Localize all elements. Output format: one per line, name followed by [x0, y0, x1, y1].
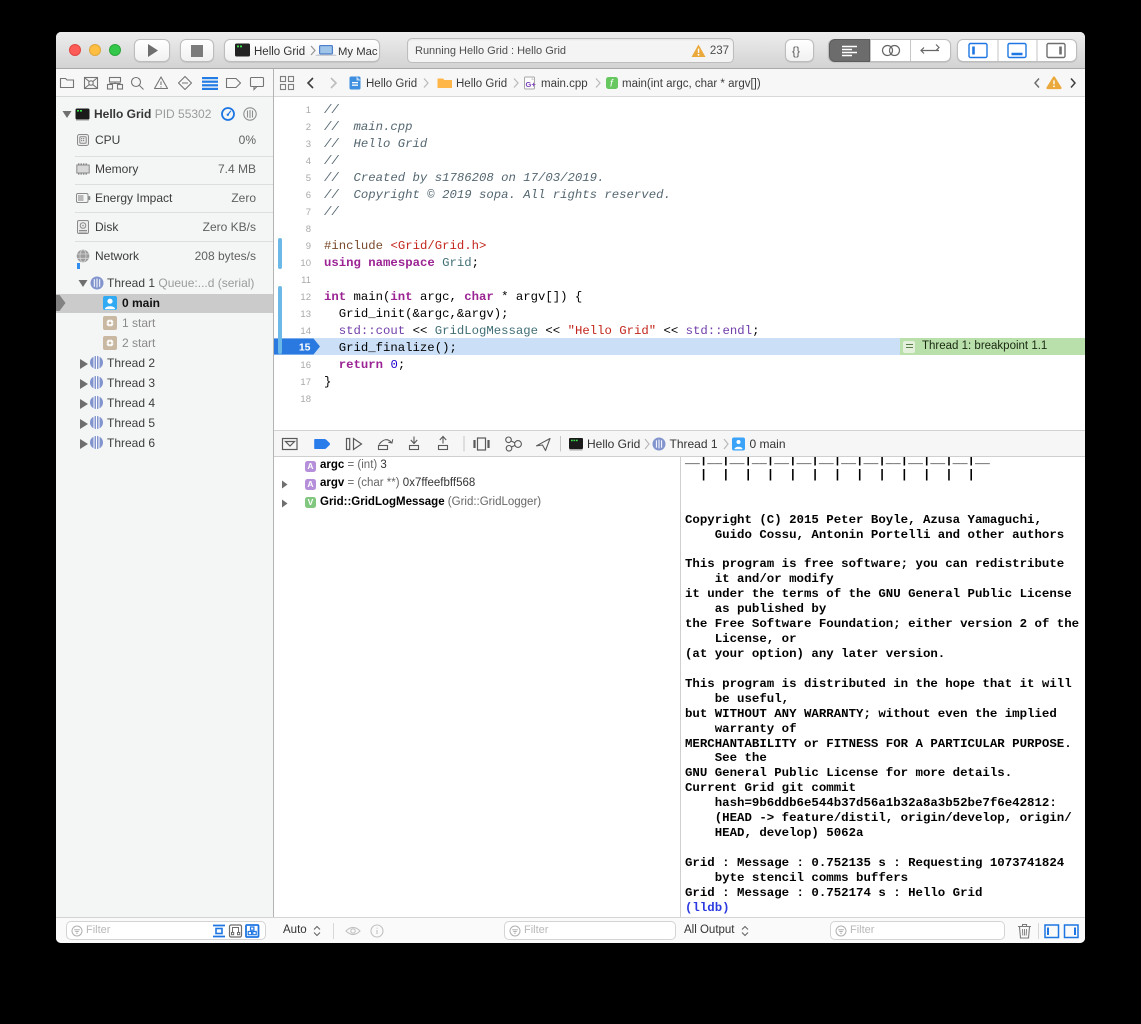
- svg-text:0 main: 0 main: [750, 437, 786, 451]
- svg-text:Hello Grid: Hello Grid: [587, 437, 640, 451]
- svg-text:Hello Grid: Hello Grid: [254, 46, 305, 58]
- svg-text:My Mac: My Mac: [338, 46, 378, 58]
- svg-text:Hello Grid: Hello Grid: [456, 78, 507, 90]
- svg-text:main.cpp: main.cpp: [541, 78, 588, 90]
- svg-text:Hello Grid: Hello Grid: [366, 78, 417, 90]
- svg-text:G+: G+: [526, 80, 537, 89]
- svg-text:main(int argc, char * argv[]): main(int argc, char * argv[]): [622, 78, 761, 90]
- svg-text:Thread 1: Thread 1: [670, 437, 718, 451]
- svg-text:{}: {}: [792, 44, 800, 58]
